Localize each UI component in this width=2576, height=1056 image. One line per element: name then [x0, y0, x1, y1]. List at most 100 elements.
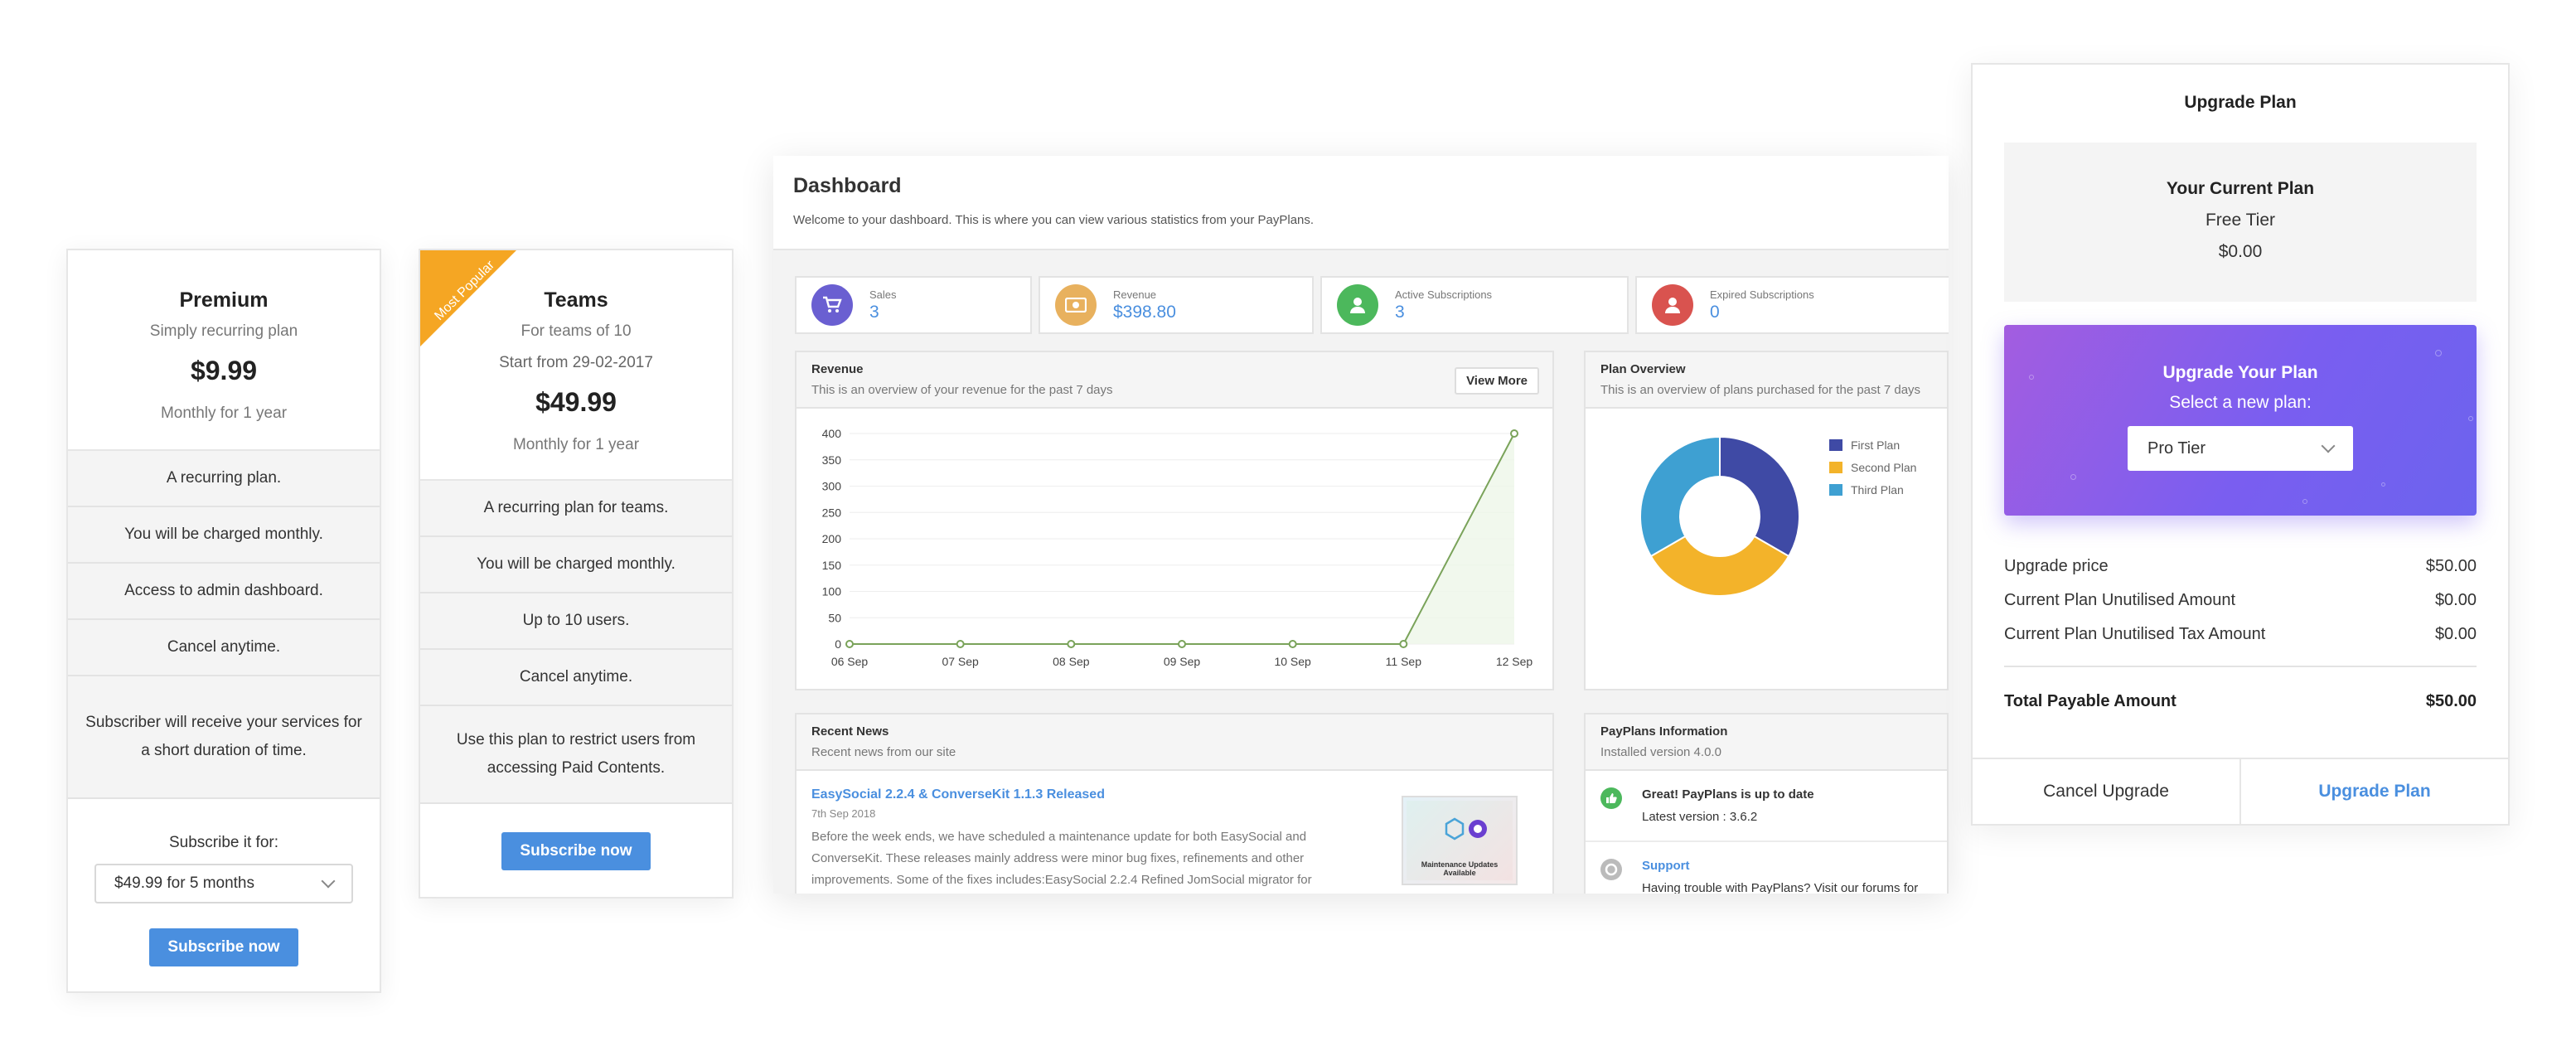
data-point — [1288, 640, 1297, 648]
y-tick-label: 0 — [835, 637, 841, 651]
new-plan-select[interactable]: Pro Tier — [2128, 426, 2353, 471]
x-tick-label: 09 Sep — [1164, 655, 1201, 668]
teams-plan-card: Most Popular Teams For teams of 10 Start… — [419, 249, 734, 899]
money-icon — [1055, 284, 1097, 326]
update-status-row: Great! PayPlans is up to date Latest ver… — [1586, 771, 1947, 842]
current-plan-name: Free Tier — [2205, 211, 2276, 230]
price-row-value: $0.00 — [2434, 591, 2477, 609]
y-tick-label: 300 — [822, 480, 842, 493]
cancel-upgrade-button[interactable]: Cancel Upgrade — [1973, 759, 2241, 824]
feature-list: A recurring plan. You will be charged mo… — [68, 449, 380, 799]
x-tick-label: 10 Sep — [1274, 655, 1311, 668]
feature-item: A recurring plan for teams. — [420, 481, 732, 537]
support-link[interactable]: Support — [1642, 859, 1918, 873]
subscribe-button[interactable]: Subscribe now — [149, 928, 298, 966]
data-point — [956, 640, 965, 648]
plan-name: Premium — [179, 288, 269, 312]
x-tick-label: 07 Sep — [942, 655, 979, 668]
stat-value: 3 — [1395, 302, 1405, 322]
page-title: Dashboard — [793, 174, 902, 197]
dialog-title: Upgrade Plan — [2184, 93, 2297, 112]
duration-select[interactable]: $49.99 for 5 months — [94, 864, 353, 903]
feature-item: Subscriber will receive your services fo… — [68, 676, 380, 799]
current-plan-box: Your Current Plan Free Tier $0.00 — [2004, 143, 2477, 302]
panel-subtitle: Recent news from our site — [811, 745, 956, 759]
price-row: Current Plan Unutilised Tax Amount $0.00 — [2004, 625, 2477, 644]
cart-icon — [811, 284, 853, 326]
y-tick-label: 400 — [822, 427, 842, 440]
legend-item[interactable]: Third Plan — [1829, 483, 1916, 497]
current-plan-price: $0.00 — [2218, 242, 2263, 261]
confirm-upgrade-button[interactable]: Upgrade Plan — [2241, 759, 2508, 824]
panel-subtitle: Installed version 4.0.0 — [1600, 745, 1721, 759]
upgrade-plan-dialog: Upgrade Plan Your Current Plan Free Tier… — [1971, 63, 2510, 826]
news-thumbnail[interactable]: Maintenance Updates Available — [1402, 796, 1518, 885]
feature-item: Access to admin dashboard. — [68, 564, 380, 620]
chevron-down-icon — [2321, 438, 2336, 453]
legend-item[interactable]: First Plan — [1829, 438, 1916, 452]
current-plan-label: Your Current Plan — [2166, 179, 2315, 198]
plan-subtitle: Simply recurring plan — [149, 322, 298, 340]
stat-label: Revenue — [1113, 288, 1157, 301]
price-breakdown: Upgrade price $50.00 Current Plan Unutil… — [2004, 557, 2477, 644]
dashboard-window: Dashboard Welcome to your dashboard. Thi… — [773, 156, 1949, 894]
support-text: Having trouble with PayPlans? Visit our … — [1642, 881, 1919, 894]
legend-swatch — [1829, 439, 1842, 451]
panel-title: PayPlans Information — [1600, 724, 1728, 739]
revenue-line-chart: 0 50 100 150 200 250 300 350 400 06 Sep 07 Sep 08 S… — [822, 427, 1533, 668]
plan-donut-chart — [1639, 435, 1800, 597]
thumbs-up-icon — [1600, 787, 1622, 809]
total-label: Total Payable Amount — [2004, 692, 2177, 710]
feature-item: Cancel anytime. — [68, 620, 380, 676]
total-value: $50.00 — [2425, 692, 2477, 710]
stats-row: Sales 3 Revenue $398.80 Active Subscript… — [795, 276, 1949, 334]
stat-card-active-subscriptions[interactable]: Active Subscriptions 3 — [1320, 276, 1629, 334]
panel-subtitle: This is an overview of plans purchased f… — [1600, 383, 1921, 397]
stat-value: 3 — [869, 302, 879, 322]
x-tick-label: 08 Sep — [1053, 655, 1090, 668]
user-icon — [1652, 284, 1693, 326]
legend-label: Third Plan — [1851, 483, 1904, 497]
panel-title: Plan Overview — [1600, 362, 1686, 376]
stat-card-sales[interactable]: Sales 3 — [795, 276, 1032, 334]
thumbnail-caption: Maintenance Updates Available — [1421, 860, 1499, 877]
plan-price: $9.99 — [190, 356, 258, 385]
legend-swatch — [1829, 484, 1842, 496]
price-row-label: Current Plan Unutilised Tax Amount — [2004, 625, 2266, 643]
stat-card-expired-subscriptions[interactable]: Expired Subscriptions 0 — [1635, 276, 1949, 334]
view-more-button[interactable]: View More — [1455, 367, 1539, 395]
price-row-value: $0.00 — [2434, 625, 2477, 643]
plan-start-date: Start from 29-02-2017 — [499, 354, 653, 371]
feature-item: You will be charged monthly. — [420, 537, 732, 593]
legend-item[interactable]: Second Plan — [1829, 461, 1916, 474]
stat-card-revenue[interactable]: Revenue $398.80 — [1039, 276, 1314, 334]
support-row: Support Having trouble with PayPlans? Vi… — [1586, 842, 1947, 894]
plan-period: Monthly for 1 year — [160, 404, 288, 422]
plan-price: $49.99 — [535, 387, 617, 417]
logos-icon — [1445, 817, 1487, 840]
plan-period: Monthly for 1 year — [512, 436, 640, 453]
panel-title: Recent News — [811, 724, 889, 739]
lifebuoy-icon — [1600, 859, 1622, 880]
price-row: Upgrade price $50.00 — [2004, 557, 2477, 576]
panel-title: Revenue — [811, 362, 864, 376]
pie-slice — [1719, 435, 1800, 558]
legend-swatch — [1829, 462, 1842, 473]
news-item-body: Before the week ends, we have scheduled … — [811, 830, 1312, 887]
subscribe-button[interactable]: Subscribe now — [501, 832, 651, 870]
y-tick-label: 200 — [822, 532, 842, 545]
latest-version: Latest version : 3.6.2 — [1642, 810, 1758, 824]
most-popular-ribbon: Most Popular — [420, 250, 520, 350]
update-status-title: Great! PayPlans is up to date — [1642, 787, 1814, 802]
data-point — [1510, 429, 1518, 438]
legend-label: First Plan — [1851, 438, 1901, 452]
pie-slice — [1639, 435, 1721, 558]
stat-label: Sales — [869, 288, 897, 301]
price-row-label: Current Plan Unutilised Amount — [2004, 591, 2236, 609]
upgrade-box-title: Upgrade Your Plan — [2162, 363, 2318, 382]
recent-news-panel: Recent News Recent news from our site Ea… — [795, 713, 1554, 894]
price-row: Current Plan Unutilised Amount $0.00 — [2004, 591, 2477, 610]
new-plan-select-value: Pro Tier — [2147, 438, 2206, 458]
panel-subtitle: This is an overview of your revenue for … — [811, 383, 1113, 397]
subscribe-label: Subscribe it for: — [169, 834, 278, 851]
